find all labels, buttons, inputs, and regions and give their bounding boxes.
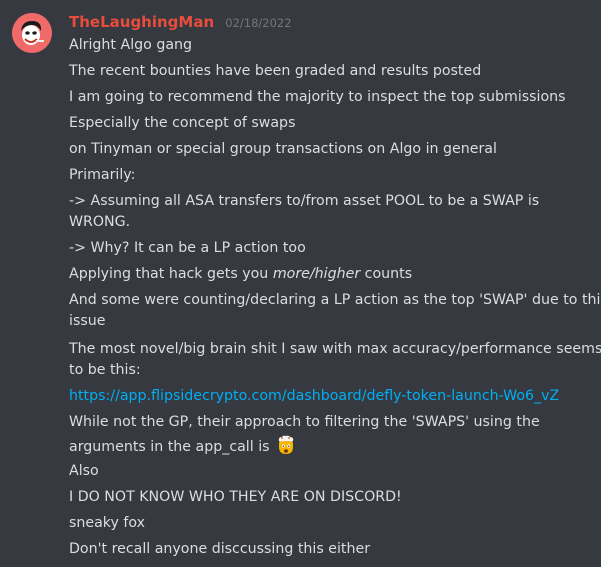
exploding-head-emoji-icon[interactable] xyxy=(276,435,296,455)
italic-text: more/higher xyxy=(272,266,361,282)
chat-message: TheLaughingMan 02/18/2022 Alright Algo g… xyxy=(0,0,601,567)
message-text: counts xyxy=(360,266,413,282)
joker-avatar-icon xyxy=(12,13,52,53)
message-line: Primarily: xyxy=(69,167,136,183)
message-line: I am going to recommend the majority to … xyxy=(69,89,566,105)
timestamp[interactable]: 02/18/2022 xyxy=(225,16,291,30)
message-header: TheLaughingMan 02/18/2022 xyxy=(69,12,292,34)
message-text: Applying that hack gets you xyxy=(69,266,273,282)
message-line: The recent bounties have been graded and… xyxy=(69,63,482,79)
message-line: Especially the concept of swaps xyxy=(69,115,296,131)
message-text: arguments in the app_call is xyxy=(69,439,275,455)
message-line: to be this: xyxy=(69,362,141,378)
message-line: Alright Algo gang xyxy=(69,37,193,53)
message-line: Also xyxy=(69,463,99,479)
message-line: Applying that hack gets you more/higher … xyxy=(69,264,594,285)
message-line: WRONG. xyxy=(69,214,131,230)
message-line: issue xyxy=(69,313,106,329)
user-avatar[interactable] xyxy=(12,13,52,53)
username[interactable]: TheLaughingMan xyxy=(69,13,214,31)
message-line: sneaky fox xyxy=(69,515,146,531)
dashboard-link[interactable]: https://app.flipsidecrypto.com/dashboard… xyxy=(69,388,559,404)
message-line: -> Why? It can be a LP action too xyxy=(69,240,306,256)
message-line: Don't recall anyone disccussing this eit… xyxy=(69,541,371,557)
message-line: https://app.flipsidecrypto.com/dashboard… xyxy=(69,386,594,407)
message-line: on Tinyman or special group transactions… xyxy=(69,141,497,157)
message-line: The most novel/big brain shit I saw with… xyxy=(69,341,601,357)
message-line: I DO NOT KNOW WHO THEY ARE ON DISCORD! xyxy=(69,489,402,505)
message-line: -> Assuming all ASA transfers to/from as… xyxy=(69,193,540,209)
message-line: While not the GP, their approach to filt… xyxy=(69,414,540,430)
message-line: And some were counting/declaring a LP ac… xyxy=(69,292,601,308)
message-line: arguments in the app_call is xyxy=(69,435,594,458)
